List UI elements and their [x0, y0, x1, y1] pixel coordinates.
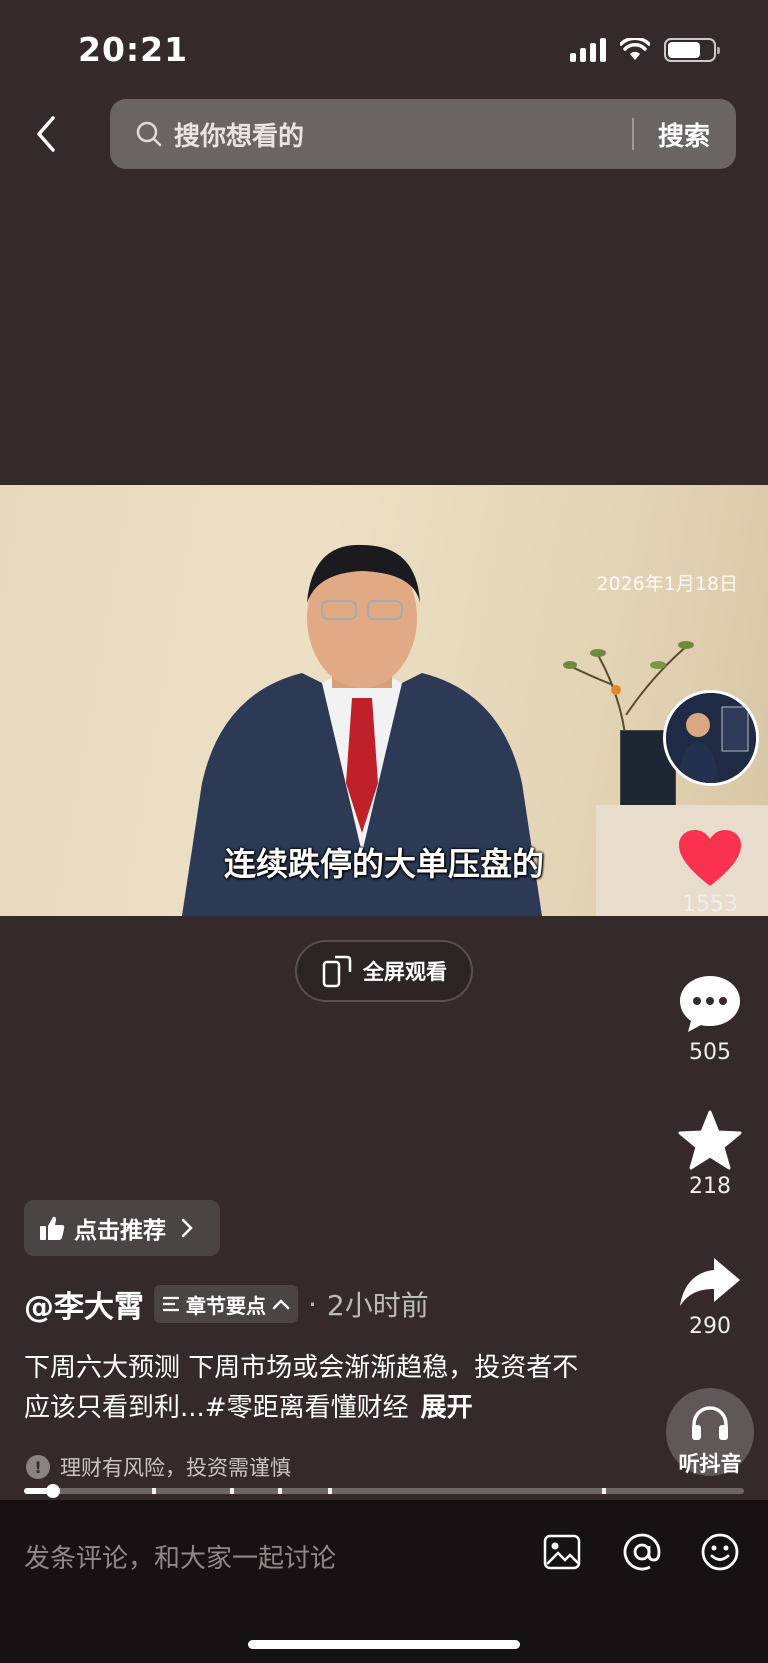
share-arrow-icon — [680, 1258, 740, 1306]
video-subtitle: 连续跌停的大单压盘的 — [223, 845, 544, 883]
chapter-marker — [278, 1488, 282, 1494]
like-count: 1553 — [682, 892, 738, 917]
comment-action[interactable]: 505 — [660, 972, 760, 1065]
expand-link[interactable]: 展开 — [421, 1393, 473, 1423]
recommend-button[interactable]: 点击推荐 — [24, 1200, 220, 1256]
favorite-count: 218 — [689, 1174, 731, 1199]
image-picker-button[interactable] — [542, 1532, 582, 1572]
home-indicator — [248, 1640, 520, 1649]
chapter-marker — [602, 1488, 606, 1494]
headphones-icon — [692, 1406, 728, 1440]
fullscreen-label: 全屏观看 — [363, 960, 447, 984]
comment-input[interactable]: 发条评论，和大家一起讨论 — [24, 1538, 336, 1575]
separator-dot: · — [308, 1287, 317, 1321]
emoji-button[interactable] — [700, 1532, 740, 1572]
video-player[interactable]: 2026年1月18日 连续跌停的大单压盘的 — [0, 485, 768, 916]
wifi-icon — [620, 38, 650, 60]
search-icon — [134, 119, 164, 149]
back-button[interactable] — [28, 108, 64, 160]
heart-icon — [679, 830, 741, 886]
risk-notice: ! 理财有风险，投资需谨慎 — [26, 1452, 291, 1482]
search-button[interactable]: 搜索 — [634, 116, 736, 153]
chapter-marker — [230, 1488, 234, 1494]
comment-bar: 发条评论，和大家一起讨论 — [0, 1500, 768, 1663]
description-text: 下周六大预测 下周市场或会渐渐趋稳，投资者不应该只看到利...#零距离看懂财经 — [24, 1353, 579, 1423]
fullscreen-button[interactable]: 全屏观看 — [295, 940, 473, 1002]
status-time: 20:21 — [78, 30, 189, 69]
share-count: 290 — [689, 1314, 731, 1339]
comment-bubble-icon — [680, 976, 740, 1032]
chapter-highlights-button[interactable]: 章节要点 — [154, 1285, 298, 1323]
chapter-label: 章节要点 — [186, 1293, 266, 1318]
cellular-signal-icon — [570, 38, 606, 62]
avatar-image — [666, 693, 756, 783]
emoji-icon — [701, 1533, 739, 1571]
post-time: 2小时前 — [326, 1289, 429, 1322]
star-icon — [678, 1110, 742, 1170]
progress-knob[interactable] — [45, 1484, 60, 1498]
battery-icon — [664, 38, 720, 62]
listen-douyin-label: 听抖音 — [678, 1452, 742, 1476]
video-description[interactable]: 下周六大预测 下周市场或会渐渐趋稳，投资者不应该只看到利...#零距离看懂财经展… — [24, 1348, 594, 1428]
author-name[interactable]: @李大霄 — [24, 1282, 144, 1326]
author-avatar[interactable] — [663, 690, 759, 786]
rotate-screen-icon — [322, 955, 352, 988]
favorite-action[interactable]: 218 — [660, 1110, 760, 1199]
list-icon — [163, 1296, 179, 1312]
author-row: @李大霄 章节要点 · 2小时前 — [24, 1282, 429, 1326]
search-bar[interactable]: 搜你想看的 搜索 — [110, 99, 736, 169]
chapter-marker — [152, 1488, 156, 1494]
share-action[interactable]: 290 — [660, 1254, 760, 1339]
image-icon — [543, 1534, 581, 1570]
video-date-overlay: 2026年1月18日 — [596, 573, 738, 595]
thumbs-up-icon — [40, 1216, 65, 1240]
like-action[interactable]: 1553 — [660, 828, 760, 917]
risk-notice-text: 理财有风险，投资需谨慎 — [60, 1456, 291, 1480]
at-sign-icon — [623, 1533, 661, 1571]
chapter-marker — [328, 1488, 332, 1494]
status-bar: 20:21 — [0, 0, 768, 100]
recommend-label: 点击推荐 — [74, 1218, 166, 1244]
chevron-right-icon — [181, 1218, 193, 1238]
chevron-up-icon — [272, 1299, 290, 1310]
progress-bar[interactable] — [24, 1484, 744, 1498]
comment-count: 505 — [689, 1040, 731, 1065]
warning-icon: ! — [26, 1455, 50, 1479]
mention-button[interactable] — [622, 1532, 662, 1572]
chevron-left-icon — [37, 116, 55, 152]
search-input[interactable]: 搜你想看的 — [174, 116, 632, 153]
